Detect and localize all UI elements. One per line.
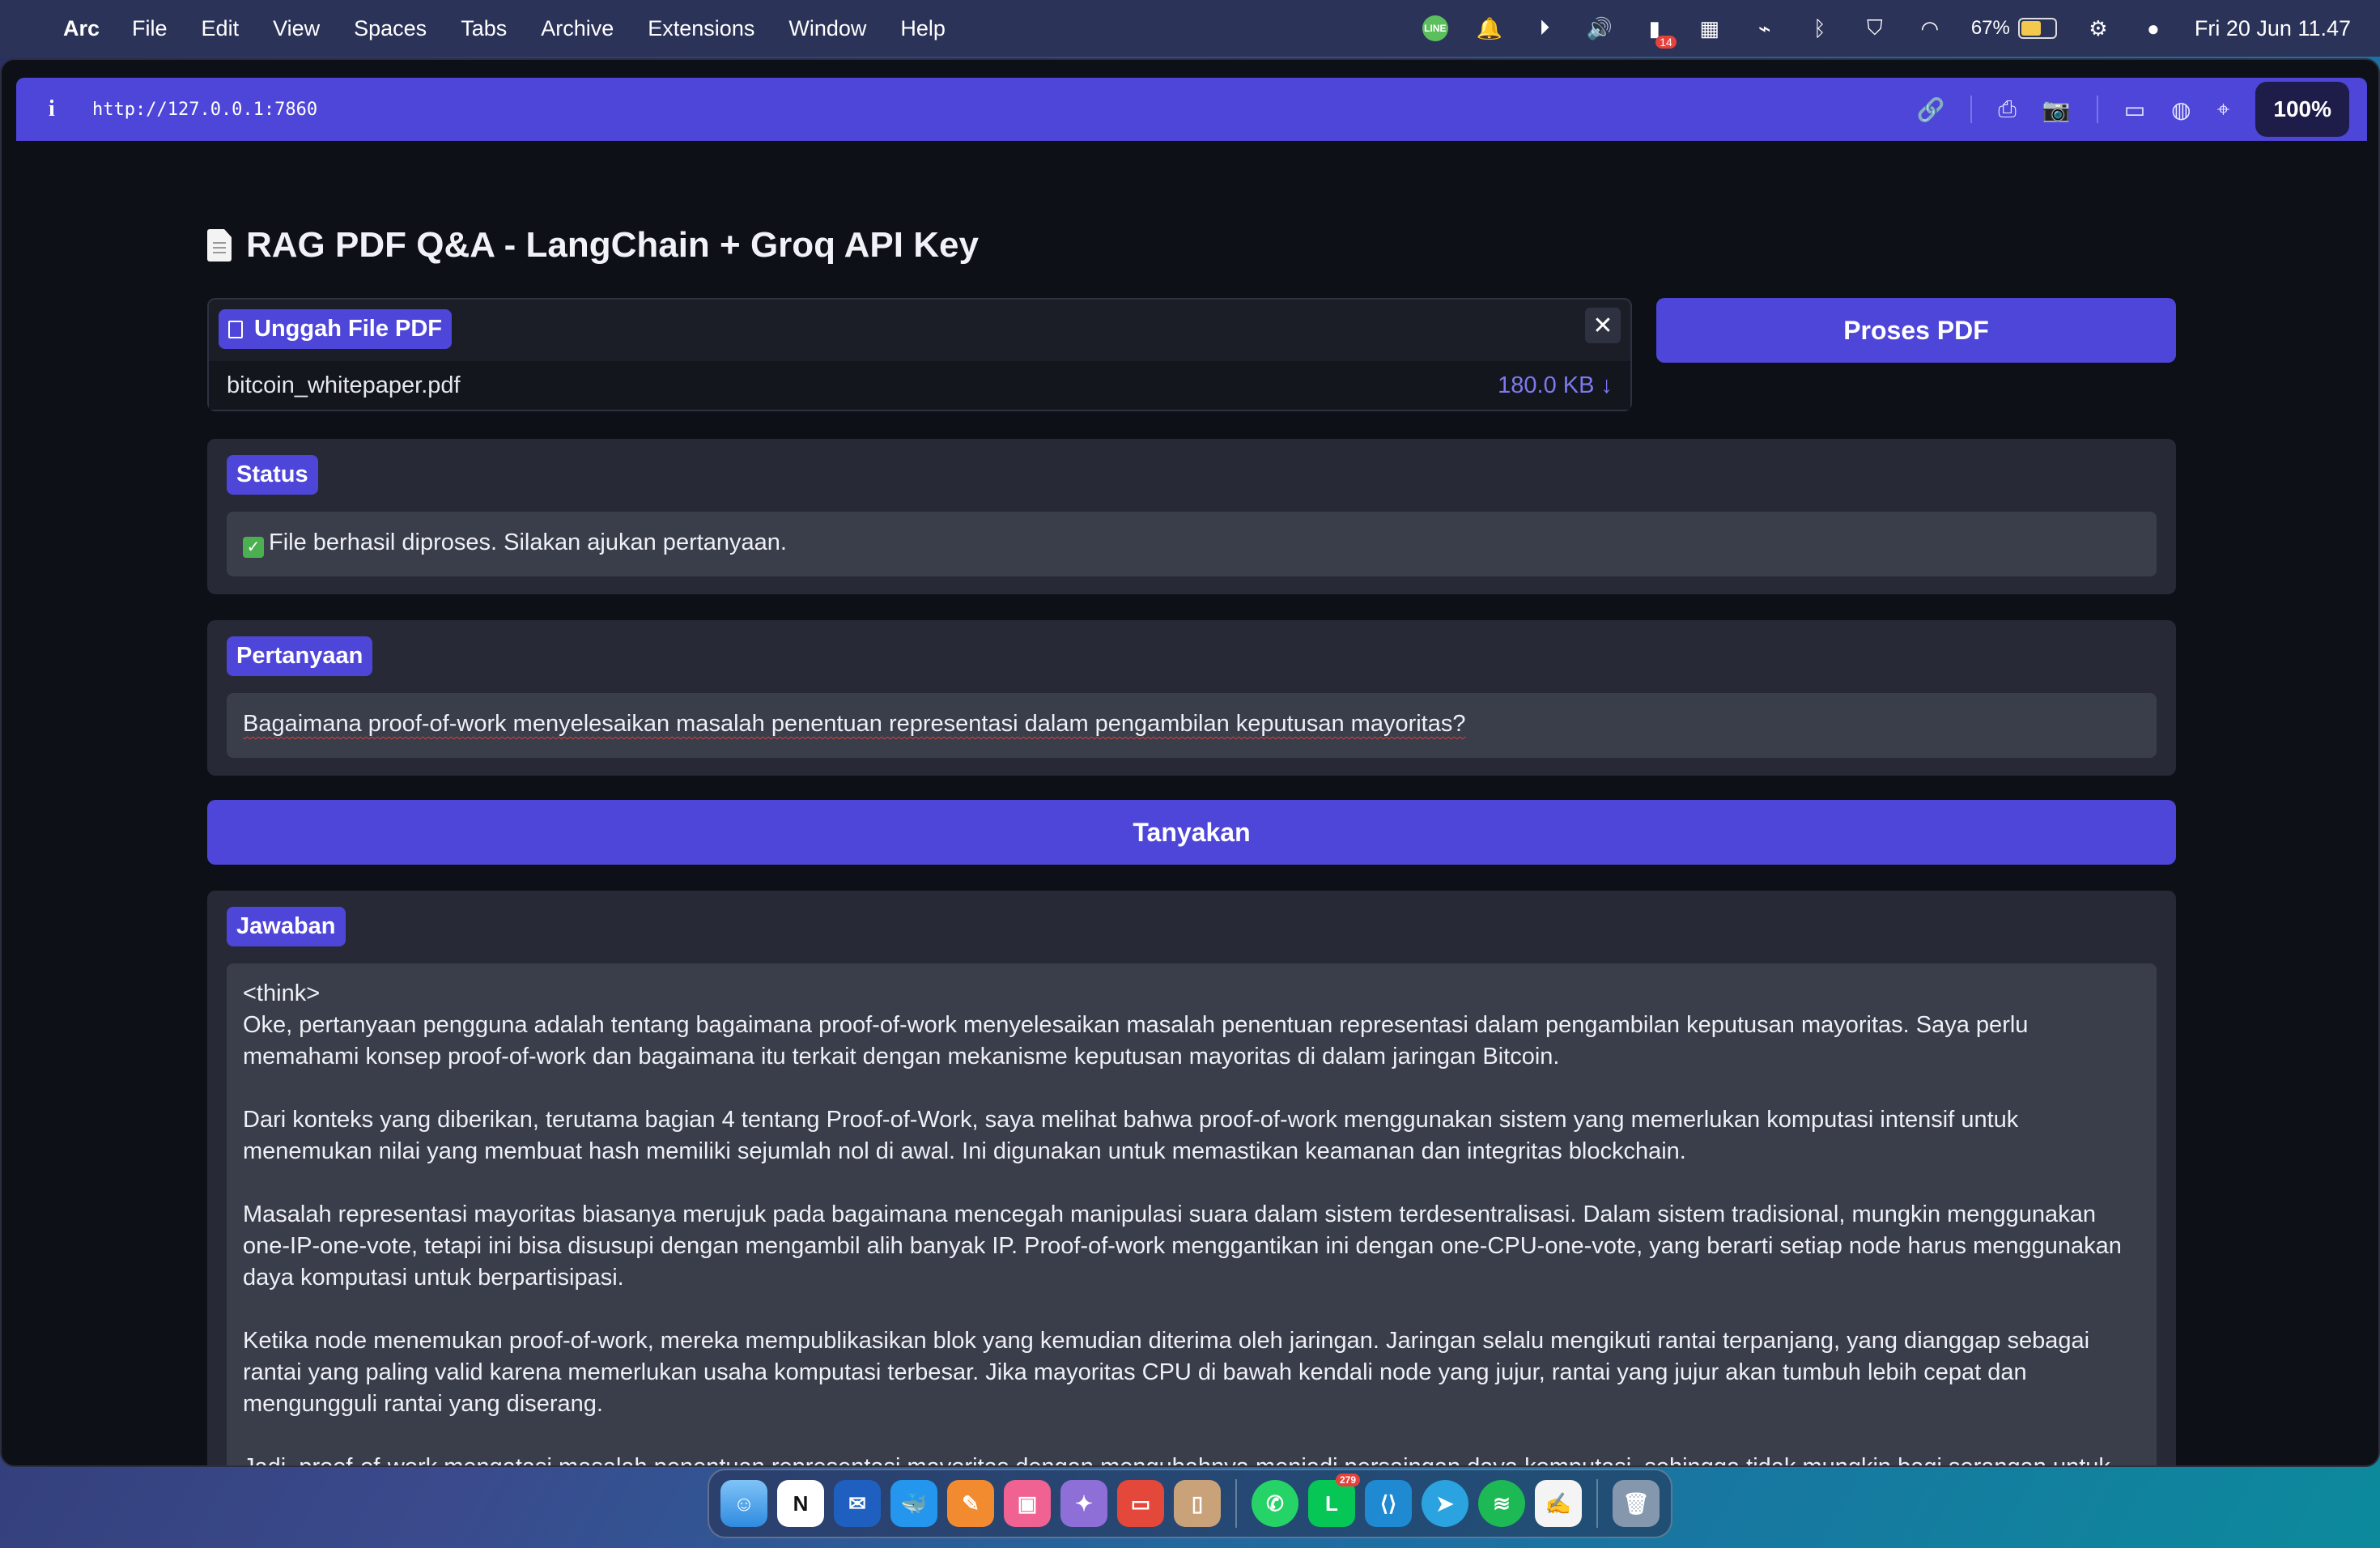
site-info-icon[interactable]: i xyxy=(49,96,71,122)
answer-output[interactable]: <think> Oke, pertanyaan pengguna adalah … xyxy=(227,963,2157,1467)
telegram-icon[interactable]: ➤ xyxy=(1422,1480,1468,1527)
screenshot-icon[interactable]: 📷 xyxy=(2042,96,2071,123)
vector-app-icon[interactable]: ✎ xyxy=(947,1480,994,1527)
zoom-level[interactable]: 100% xyxy=(2255,82,2349,137)
status-label: Status xyxy=(227,455,318,495)
trash-icon[interactable]: 🗑 xyxy=(1613,1480,1660,1527)
notification-count-badge: 14 xyxy=(1655,36,1677,49)
finder-icon[interactable]: ☺ xyxy=(720,1480,767,1527)
photos-icon[interactable]: ▣ xyxy=(1004,1480,1051,1527)
books-icon[interactable]: ▯ xyxy=(1174,1480,1221,1527)
capture-icon[interactable]: ⎙ xyxy=(1998,96,2016,123)
battery-percent: 67% xyxy=(1970,17,2010,39)
copy-link-icon[interactable]: 🔗 xyxy=(1917,96,1945,123)
app-icon[interactable]: ✦ xyxy=(1060,1480,1107,1527)
bluetooth-icon[interactable]: ᛒ xyxy=(1806,15,1834,42)
url-text[interactable]: http://127.0.0.1:7860 xyxy=(92,100,317,120)
upload-label-text: Unggah File PDF xyxy=(254,316,442,342)
menu-window[interactable]: Window xyxy=(788,16,866,41)
question-panel: Pertanyaan Bagaimana proof-of-work menye… xyxy=(207,620,2176,776)
volume-icon[interactable]: 🔊 xyxy=(1586,15,1613,42)
status-panel: Status ✓ File berhasil diproses. Silakan … xyxy=(207,439,2176,594)
page-title: RAG PDF Q&A - LangChain + Groq API Key xyxy=(207,225,979,266)
window-layout-icon[interactable]: ▦ xyxy=(1696,15,1723,42)
question-text: Bagaimana proof-of-work menyelesaikan ma… xyxy=(243,711,1466,737)
menubar-clock[interactable]: Fri 20 Jun 11.47 xyxy=(2195,16,2351,41)
notification-bell-icon[interactable]: 🔔 xyxy=(1476,15,1503,42)
file-name: bitcoin_whitepaper.pdf xyxy=(227,372,461,398)
document-icon xyxy=(207,229,232,262)
close-icon: ✕ xyxy=(1592,311,1613,340)
whatsapp-icon[interactable]: ✆ xyxy=(1252,1480,1298,1527)
page-title-text: RAG PDF Q&A - LangChain + Groq API Key xyxy=(246,225,979,265)
menu-help[interactable]: Help xyxy=(900,16,946,41)
wifi-icon[interactable]: ◠ xyxy=(1916,15,1944,42)
menu-tabs[interactable]: Tabs xyxy=(461,16,507,41)
battery-icon xyxy=(2017,18,2057,39)
question-label: Pertanyaan xyxy=(227,636,373,676)
answer-label: Jawaban xyxy=(227,907,346,946)
usb-icon[interactable]: ⌁ xyxy=(1751,15,1779,42)
menu-extensions[interactable]: Extensions xyxy=(648,16,754,41)
file-icon xyxy=(228,320,243,338)
line-icon[interactable]: L 279 xyxy=(1308,1474,1360,1527)
answer-panel: Jawaban <think> Oke, pertanyaan pengguna… xyxy=(207,891,2176,1467)
answer-paragraph: Masalah representasi mayoritas biasanya … xyxy=(243,1201,2128,1291)
dock: ☺ N ✉ 🐳 ✎ ▣ ✦ ▭ ▯ ✆ L 279 ⟨⟩ ➤ ≋ ✍ 🗑 xyxy=(708,1469,1672,1538)
file-size-download-link[interactable]: 180.0 KB ↓ xyxy=(1498,372,1613,399)
toolbar-divider xyxy=(2096,96,2098,123)
pdf-upload-panel[interactable]: Unggah File PDF ✕ bitcoin_whitepaper.pdf… xyxy=(207,298,1632,411)
control-center-icon[interactable]: ⚙ xyxy=(2085,15,2112,42)
target-icon[interactable]: ⌖ xyxy=(2217,96,2230,123)
menu-edit[interactable]: Edit xyxy=(202,16,240,41)
shield-icon[interactable]: ⛉ xyxy=(1861,15,1889,42)
app-menu[interactable]: Arc xyxy=(63,16,100,41)
answer-paragraph: Ketika node menemukan proof-of-work, mer… xyxy=(243,1328,2097,1417)
siri-icon[interactable]: ● xyxy=(2140,15,2167,42)
question-input[interactable]: Bagaimana proof-of-work menyelesaikan ma… xyxy=(227,693,2157,758)
menu-spaces[interactable]: Spaces xyxy=(354,16,427,41)
toolbar-divider xyxy=(1970,96,1973,123)
developer-icon[interactable]: ▭ xyxy=(2124,96,2145,123)
menu-file[interactable]: File xyxy=(132,16,168,41)
browser-window: i http://127.0.0.1:7860 🔗 ⎙ 📷 ▭ ◍ ⌖ 100%… xyxy=(0,58,2380,1467)
check-icon: ✓ xyxy=(243,537,264,558)
battery-status[interactable]: 67% xyxy=(1971,17,2057,40)
answer-paragraph: Jadi, proof-of-work mengatasi masalah pe… xyxy=(243,1454,2110,1467)
status-text: File berhasil diproses. Silakan ajukan p… xyxy=(269,529,787,555)
mail-icon[interactable]: ✉ xyxy=(834,1480,881,1527)
menu-archive[interactable]: Archive xyxy=(541,16,614,41)
line-badge: 279 xyxy=(1335,1474,1360,1486)
process-pdf-button[interactable]: Proses PDF xyxy=(1656,298,2176,363)
play-icon[interactable]: ⏵ xyxy=(1531,15,1558,42)
menubar: Arc File Edit View Spaces Tabs Archive E… xyxy=(0,0,2380,57)
ask-button[interactable]: Tanyakan xyxy=(207,800,2176,865)
upload-label: Unggah File PDF xyxy=(219,309,452,349)
line-status-icon[interactable]: LINE xyxy=(1422,15,1448,41)
menu-view[interactable]: View xyxy=(273,16,320,41)
battery-fill xyxy=(2021,21,2041,36)
docker-icon[interactable]: 🐳 xyxy=(890,1480,937,1527)
clear-file-button[interactable]: ✕ xyxy=(1585,308,1621,343)
notion-icon[interactable]: N xyxy=(777,1480,824,1527)
slides-icon[interactable]: ▭ xyxy=(1117,1480,1164,1527)
textedit-icon[interactable]: ✍ xyxy=(1535,1480,1582,1527)
address-bar[interactable]: i http://127.0.0.1:7860 🔗 ⎙ 📷 ▭ ◍ ⌖ 100% xyxy=(16,78,2367,141)
answer-paragraph: Dari konteks yang diberikan, terutama ba… xyxy=(243,1107,2025,1164)
notification-count-icon[interactable]: ▮ 14 xyxy=(1641,15,1677,49)
spotify-icon[interactable]: ≋ xyxy=(1478,1480,1525,1527)
answer-paragraph: <think> Oke, pertanyaan pengguna adalah … xyxy=(243,980,2029,1070)
dock-divider xyxy=(1596,1479,1598,1528)
uploaded-file-row: bitcoin_whitepaper.pdf 180.0 KB ↓ xyxy=(209,361,1630,410)
vscode-icon[interactable]: ⟨⟩ xyxy=(1365,1480,1412,1527)
globe-icon[interactable]: ◍ xyxy=(2171,96,2191,123)
dock-divider xyxy=(1235,1479,1237,1528)
status-output: ✓ File berhasil diproses. Silakan ajukan … xyxy=(227,512,2157,576)
